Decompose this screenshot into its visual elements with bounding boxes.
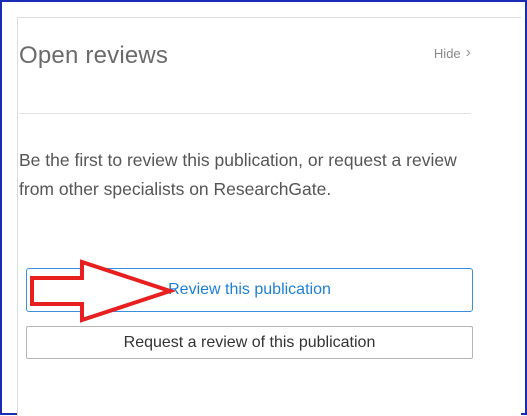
review-publication-button[interactable]: Review this publication	[26, 268, 473, 312]
review-description: Be the first to review this publication,…	[19, 150, 457, 199]
chevron-right-icon: ›	[465, 44, 471, 61]
header-divider	[19, 113, 471, 114]
request-review-button[interactable]: Request a review of this publication	[26, 326, 473, 359]
card-header: Open reviews Hide ›	[19, 34, 471, 84]
hide-link[interactable]: Hide ›	[434, 45, 471, 61]
card-title: Open reviews	[19, 42, 169, 69]
hide-label: Hide	[433, 45, 461, 61]
